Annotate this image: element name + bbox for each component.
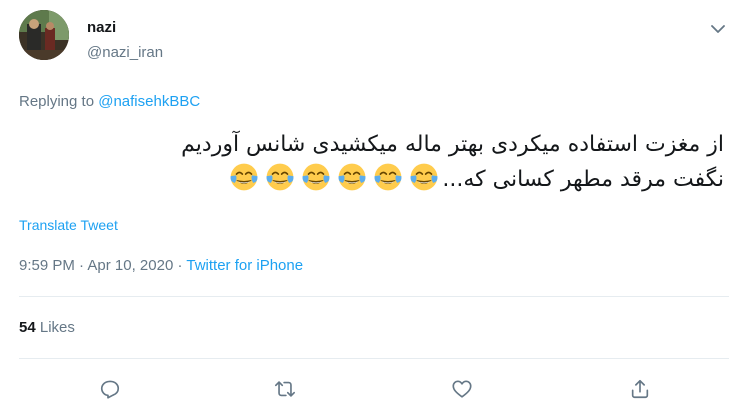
tweet-source-link[interactable]: Twitter for iPhone <box>186 257 303 274</box>
likes-label: Likes <box>39 319 75 336</box>
tweet-date[interactable]: Apr 10, 2020 <box>87 257 173 274</box>
tears-of-joy-emoji-icon <box>265 162 295 192</box>
meta-separator: · <box>173 257 187 274</box>
retweet-icon <box>275 381 295 397</box>
tweet-text: از مغزت استفاده میکردی بهتر ماله میکشیدی… <box>24 128 724 197</box>
display-name[interactable]: nazi <box>87 19 116 36</box>
meta-separator: · <box>74 257 88 274</box>
tweet-time[interactable]: 9:59 PM <box>19 257 75 274</box>
replying-to: Replying to @nafisehkBBC <box>19 93 200 110</box>
tears-of-joy-emoji-icon <box>229 162 259 192</box>
divider <box>19 358 729 359</box>
avatar[interactable] <box>19 10 69 60</box>
tweet-text-line-1: از مغزت استفاده میکردی بهتر ماله میکشیدی… <box>181 132 724 157</box>
chevron-down-icon[interactable] <box>706 20 730 38</box>
share-button[interactable] <box>627 376 653 402</box>
retweet-button[interactable] <box>272 376 298 402</box>
divider <box>19 296 729 297</box>
likes-count: 54 <box>19 319 36 336</box>
tweet-text-line-2-text: نگفت مرقد مطهر کسانی که... <box>442 167 724 192</box>
emoji-row <box>226 163 442 192</box>
tweet-card: nazi @nazi_iran Replying to @nafisehkBBC… <box>0 0 748 420</box>
avatar-image <box>19 10 69 60</box>
user-handle[interactable]: @nazi_iran <box>87 44 163 61</box>
heart-icon <box>452 380 472 398</box>
tweet-metadata: 9:59 PM · Apr 10, 2020 · Twitter for iPh… <box>19 257 303 274</box>
tears-of-joy-emoji-icon <box>409 162 439 192</box>
tweet-text-line-2: نگفت مرقد مطهر کسانی که... <box>24 162 724 197</box>
translate-tweet-link[interactable]: Translate Tweet <box>19 217 118 233</box>
reply-button[interactable] <box>97 376 123 402</box>
reply-icon <box>100 380 120 399</box>
tears-of-joy-emoji-icon <box>301 162 331 192</box>
share-icon <box>631 379 649 399</box>
like-button[interactable] <box>449 376 475 402</box>
tears-of-joy-emoji-icon <box>337 162 367 192</box>
tears-of-joy-emoji-icon <box>373 162 403 192</box>
reply-mention-link[interactable]: @nafisehkBBC <box>98 93 200 110</box>
replying-to-label: Replying to <box>19 93 95 110</box>
likes-stat[interactable]: 54 Likes <box>19 319 75 336</box>
